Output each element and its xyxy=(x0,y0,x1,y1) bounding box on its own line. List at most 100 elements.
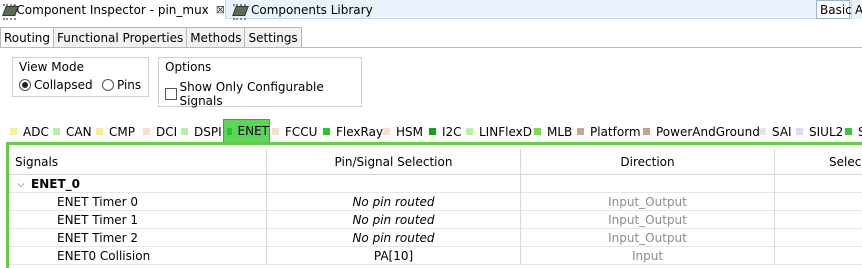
pin-selection-cell[interactable]: No pin routed xyxy=(267,193,521,211)
perspective-basic-button[interactable]: Basic xyxy=(816,0,852,19)
module-label: FlexRay xyxy=(336,124,384,139)
table-header: Signals Pin/Signal Selection Direction S… xyxy=(9,149,862,175)
pin-selection-cell[interactable]: No pin routed xyxy=(267,211,521,229)
module-tab-dci[interactable]: DCI xyxy=(143,123,177,140)
module-color-swatch xyxy=(383,128,390,135)
module-tab-s[interactable]: S xyxy=(845,123,862,140)
tab-methods[interactable]: Methods xyxy=(186,27,246,48)
tab-functional-properties[interactable]: Functional Properties xyxy=(53,27,188,48)
module-tab-i2c[interactable]: I2C xyxy=(429,123,462,140)
module-tab-siul2[interactable]: SIUL2 xyxy=(796,123,843,140)
module-label: CAN xyxy=(66,124,92,139)
tab-components-library[interactable]: Components Library xyxy=(228,0,468,20)
sub-tabs-divider xyxy=(0,47,862,48)
view-mode-title: View Mode xyxy=(19,60,84,74)
module-color-swatch xyxy=(759,128,766,135)
module-tab-dspi[interactable]: DSPI xyxy=(181,123,222,140)
module-tab-sai[interactable]: SAI xyxy=(759,123,792,140)
signal-cell: ENET Timer 1 xyxy=(9,211,267,229)
module-color-swatch xyxy=(429,128,436,135)
pin-selection-cell[interactable]: No pin routed xyxy=(267,229,521,247)
checkbox-box[interactable] xyxy=(165,88,177,100)
module-color-swatch xyxy=(227,127,232,135)
module-tab-flexray[interactable]: FlexRay xyxy=(323,123,383,140)
options-title: Options xyxy=(165,60,212,74)
module-label: LINFlexD xyxy=(479,124,532,139)
module-tab-adc[interactable]: ADC xyxy=(10,123,49,140)
direction-cell[interactable]: Input_Output xyxy=(521,229,775,247)
chip-icon xyxy=(232,3,248,20)
column-header-pin-selection[interactable]: Pin/Signal Selection xyxy=(267,149,521,175)
module-label: FCCU xyxy=(285,124,318,139)
signal-cell: ENET Timer 2 xyxy=(9,229,267,247)
direction-cell[interactable]: Input xyxy=(521,247,775,265)
module-color-swatch xyxy=(96,128,103,135)
tab-component-inspector-label: *Component Inspector - pin_mux xyxy=(10,2,209,17)
empty-cell xyxy=(521,175,775,193)
signal-cell: ENET0 Collision xyxy=(9,247,267,265)
radio-collapsed-indicator[interactable] xyxy=(19,79,31,91)
radio-pins-indicator[interactable] xyxy=(102,79,114,91)
view-mode-group: View Mode Collapsed Pins xyxy=(12,57,149,97)
module-label: Platform xyxy=(590,124,641,139)
radio-collapsed[interactable]: Collapsed xyxy=(19,78,93,92)
module-color-swatch xyxy=(53,128,60,135)
tab-routing[interactable]: Routing xyxy=(0,27,55,48)
module-color-swatch xyxy=(577,128,584,135)
module-label: I2C xyxy=(442,124,462,139)
module-label: DSPI xyxy=(194,124,222,139)
editor-tab-bar: *Component Inspector - pin_mux ⊠ Compone… xyxy=(0,0,862,20)
group-cell: ENET_0 xyxy=(9,175,267,193)
module-tabs: ADC CAN CMP DCI DSPI ENET FCCU FlexRay H… xyxy=(0,119,862,142)
module-tab-platform[interactable]: Platform xyxy=(577,123,641,140)
module-color-swatch xyxy=(272,128,279,135)
module-tab-cmp[interactable]: CMP xyxy=(96,123,135,140)
column-header-signals[interactable]: Signals xyxy=(9,149,267,175)
module-tab-can[interactable]: CAN xyxy=(53,123,92,140)
module-label: CMP xyxy=(109,124,135,139)
radio-pins[interactable]: Pins xyxy=(102,78,141,92)
column-header-direction[interactable]: Direction xyxy=(521,149,775,175)
module-tab-hsm[interactable]: HSM xyxy=(383,123,423,140)
module-color-swatch xyxy=(143,128,150,135)
module-color-swatch xyxy=(10,128,17,135)
table-row[interactable]: ENET Timer 2 No pin routed Input_Output xyxy=(9,229,862,247)
module-color-swatch xyxy=(323,128,330,135)
module-color-swatch xyxy=(796,128,803,135)
column-header-selection[interactable]: Selec xyxy=(775,149,862,175)
direction-cell[interactable]: Input_Output xyxy=(521,211,775,229)
radio-pins-label: Pins xyxy=(117,78,142,92)
options-group: Options Show Only Configurable Signals xyxy=(158,57,362,108)
module-label: HSM xyxy=(396,124,423,139)
table-row[interactable]: ENET Timer 0 No pin routed Input_Output xyxy=(9,193,862,211)
module-tab-linflexd[interactable]: LINFlexD xyxy=(466,123,532,140)
module-tab-mlb[interactable]: MLB xyxy=(534,123,572,140)
empty-cell xyxy=(267,175,521,193)
module-label: DCI xyxy=(156,124,178,139)
direction-cell[interactable]: Input_Output xyxy=(521,193,775,211)
module-label: SIUL2 xyxy=(809,124,844,139)
pin-selection-cell[interactable]: PA[10] xyxy=(267,247,521,265)
close-icon[interactable]: ⊠ xyxy=(216,3,225,16)
module-label: S xyxy=(858,124,862,139)
module-label: PowerAndGround xyxy=(656,124,760,139)
module-label: ADC xyxy=(23,124,49,139)
module-tab-fccu[interactable]: FCCU xyxy=(272,123,317,140)
module-label: MLB xyxy=(547,124,573,139)
module-tab-powerandground[interactable]: PowerAndGround xyxy=(643,123,760,140)
table-row[interactable]: ENET0 Collision PA[10] Input xyxy=(9,247,862,265)
perspective-advanced-button[interactable]: A xyxy=(851,0,862,19)
module-color-swatch xyxy=(845,128,852,135)
show-configurable-checkbox[interactable]: Show Only Configurable Signals xyxy=(165,80,361,108)
tab-settings[interactable]: Settings xyxy=(244,27,302,48)
table-row[interactable]: ENET Timer 1 No pin routed Input_Output xyxy=(9,211,862,229)
table-group-row[interactable]: ⌵ ENET_0 xyxy=(9,175,862,193)
tab-component-inspector[interactable]: *Component Inspector - pin_mux ⊠ xyxy=(0,0,226,20)
module-color-swatch xyxy=(466,128,473,135)
group-label: ENET_0 xyxy=(31,177,80,191)
show-configurable-label: Show Only Configurable Signals xyxy=(179,80,324,108)
tab-components-library-label: Components Library xyxy=(251,2,373,17)
inspector-sub-tabs: Routing Functional Properties Methods Se… xyxy=(0,27,302,48)
module-tab-enet[interactable]: ENET xyxy=(223,119,270,142)
module-label: ENET xyxy=(237,124,269,138)
